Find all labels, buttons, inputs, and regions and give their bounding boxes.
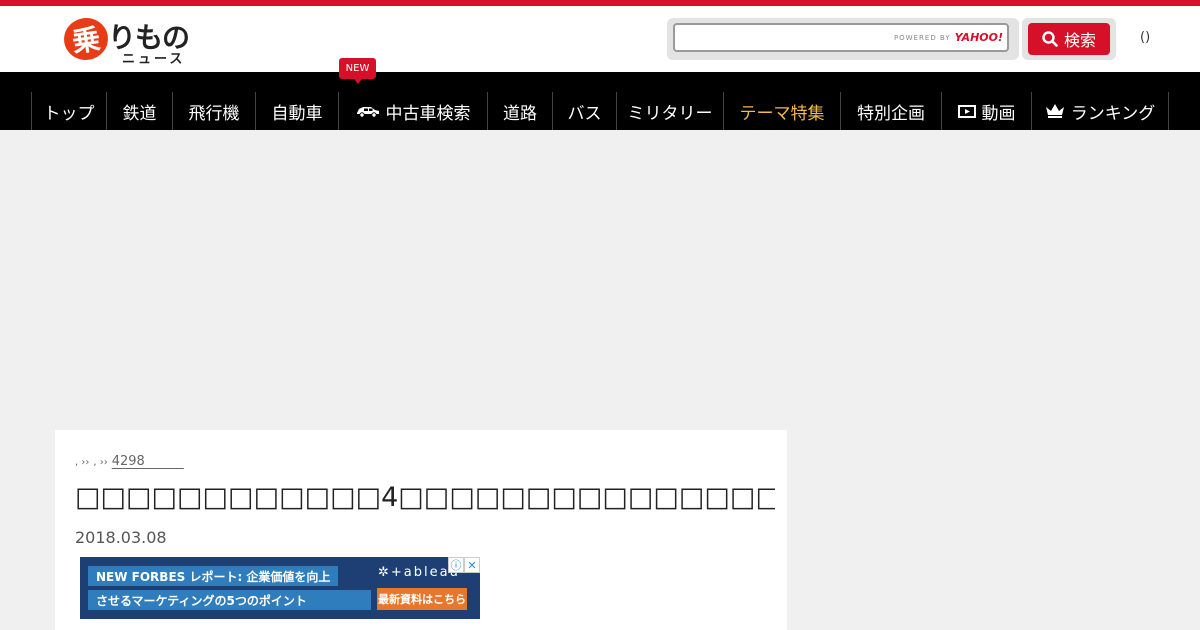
nav-item-road[interactable]: 道路 [487, 92, 552, 130]
nav-item-car[interactable]: 自動車 [255, 92, 338, 130]
article-date: 2018.03.08 [75, 528, 167, 547]
article-card: , ›› , ›› 4298 □□□□□□□□□□□□4□□□□□□□□□□□□… [55, 430, 787, 630]
nav-item-military[interactable]: ミリタリー [616, 92, 723, 130]
search-icon [1042, 31, 1058, 47]
nav-item-bus[interactable]: バス [552, 92, 616, 130]
ad-controls: ⓘ ✕ [448, 557, 480, 573]
ad-line-1: NEW FORBES レポート: 企業価値を向上 [88, 566, 338, 586]
nav-item-airplane[interactable]: 飛行機 [172, 92, 255, 130]
nav-item-label: 特別企画 [857, 103, 925, 124]
site-header: 乗 りもの ニュース POWERED BY YAHOO! 検索 () [0, 6, 1200, 72]
nav-item-label: トップ [43, 103, 95, 124]
header-extra-text: () [1140, 30, 1151, 45]
logo-badge: 乗 [61, 15, 111, 63]
breadcrumb-separator: , ›› [93, 457, 108, 468]
search-button-wrap: 検索 [1022, 18, 1116, 60]
nav-item-ranking[interactable]: ランキング [1031, 92, 1169, 130]
ad-cta-button[interactable]: 最新資料はこちら [377, 588, 467, 610]
nav-item-railway[interactable]: 鉄道 [106, 92, 172, 130]
search-box: POWERED BY YAHOO! [667, 18, 1019, 60]
car-icon [356, 107, 379, 118]
ad-line-2: させるマーケティングの5つのポイント [88, 590, 371, 610]
search-button[interactable]: 検索 [1028, 23, 1110, 55]
breadcrumb-link[interactable]: 4298 [112, 450, 184, 469]
breadcrumb-separator: , ›› [75, 457, 90, 468]
nav-item-label: 動画 [981, 103, 1016, 124]
nav-item-theme-feature[interactable]: テーマ特集 [723, 92, 840, 130]
nav-item-label: バス [567, 103, 602, 124]
nav-item-label: 鉄道 [122, 103, 157, 124]
ad-close-icon[interactable]: ✕ [464, 557, 480, 573]
inline-ad[interactable]: NEW FORBES レポート: 企業価値を向上 させるマーケティングの5つのポ… [80, 557, 480, 619]
top-ad-placeholder [0, 130, 1200, 430]
article-title: □□□□□□□□□□□□4□□□□□□□□□□□□□□□□298□□□ [75, 482, 775, 513]
nav-item-video[interactable]: 動画 [941, 92, 1031, 130]
site-logo[interactable]: 乗 りもの ニュース [61, 15, 194, 67]
crown-icon [1045, 104, 1064, 118]
main-nav: トップ 鉄道 飛行機 自動車 中古車検索 道路 バス ミリタリー テーマ特集 特… [0, 72, 1200, 130]
nav-items: トップ 鉄道 飛行機 自動車 中古車検索 道路 バス ミリタリー テーマ特集 特… [31, 92, 1169, 130]
new-badge: NEW [339, 58, 376, 84]
nav-item-label: 中古車検索 [385, 103, 471, 124]
nav-item-label: 飛行機 [188, 103, 240, 124]
nav-item-top[interactable]: トップ [31, 92, 106, 130]
nav-item-label: 自動車 [271, 103, 323, 124]
nav-item-label: テーマ特集 [739, 103, 825, 124]
search-button-label: 検索 [1063, 31, 1096, 50]
logo-sub-text: ニュース [122, 52, 186, 67]
nav-item-special[interactable]: 特別企画 [840, 92, 941, 130]
nav-item-used-car-search[interactable]: 中古車検索 [338, 92, 487, 130]
nav-item-label: ランキング [1070, 103, 1156, 124]
nav-item-label: 道路 [503, 103, 537, 124]
nav-item-label: ミリタリー [627, 103, 713, 124]
video-icon [957, 105, 976, 118]
search-input[interactable] [673, 23, 1009, 52]
breadcrumb: , ›› , ›› 4298 [75, 450, 184, 469]
ad-info-icon[interactable]: ⓘ [448, 557, 464, 573]
